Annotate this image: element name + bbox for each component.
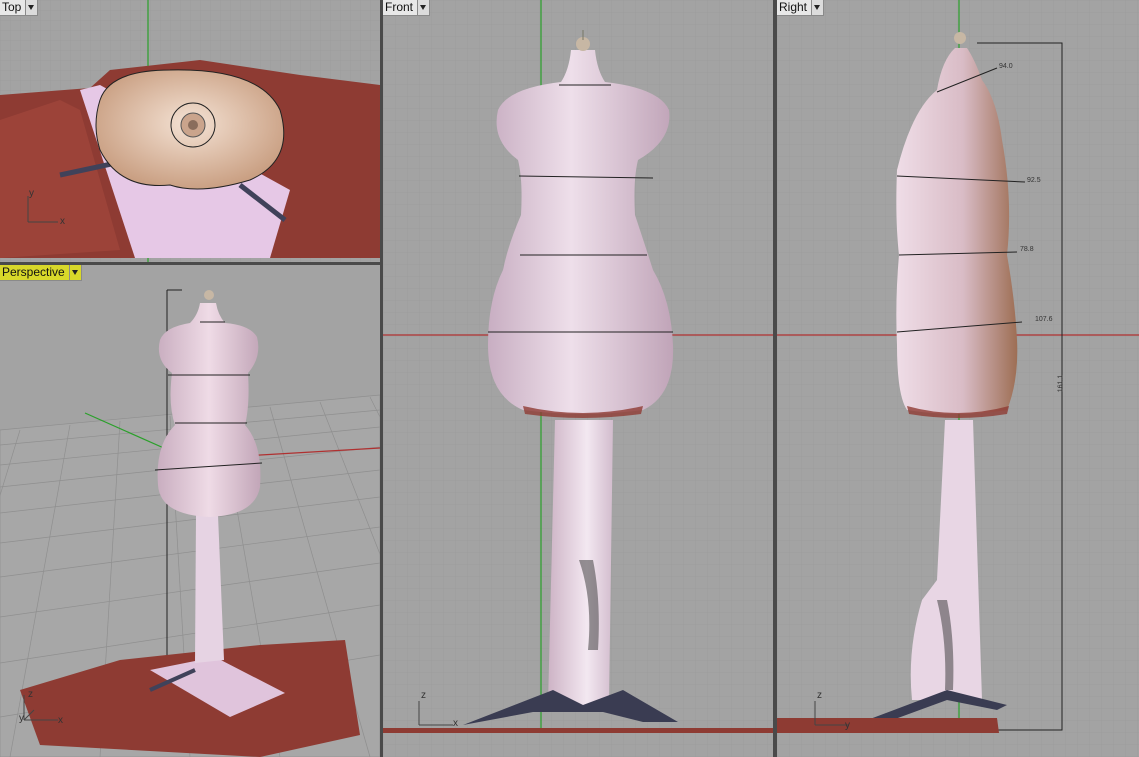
axis-label-x: x: [453, 718, 458, 729]
dimension-label-waist: 92.5: [1027, 177, 1041, 184]
axis-label-z: z: [817, 690, 822, 701]
dimension-label-height: 161.1: [1057, 374, 1065, 393]
axes-widget-perspective: [23, 695, 58, 721]
dropdown-arrow-icon[interactable]: [25, 0, 38, 15]
grid-front: [383, 0, 773, 757]
dropdown-arrow-icon[interactable]: [417, 0, 430, 15]
axis-label-y: y: [29, 188, 34, 199]
axis-label-x: x: [58, 715, 63, 726]
viewport-front[interactable]: Front z x: [383, 0, 773, 757]
viewport-title-right: Right: [779, 0, 808, 14]
viewport-top[interactable]: Top y x: [0, 0, 380, 262]
grid-right: [777, 0, 1139, 757]
dimension-label-bust: 94.0: [999, 63, 1013, 70]
viewport-label-perspective[interactable]: Perspective: [0, 265, 82, 281]
axis-label-y: y: [19, 713, 24, 724]
axis-label-z: z: [28, 689, 33, 700]
dropdown-arrow-icon[interactable]: [68, 265, 81, 280]
viewport-perspective[interactable]: Perspective z y x: [0, 265, 380, 757]
dropdown-arrow-icon[interactable]: [811, 0, 824, 15]
dimension-label-hip: 78.8: [1020, 246, 1034, 253]
mannequin-perspective: [157, 303, 261, 517]
viewport-title-top: Top: [2, 0, 22, 14]
viewport-right[interactable]: Right 94.0 92.5 78.8 107.6 161.1 z y: [777, 0, 1139, 757]
axis-label-z: z: [421, 690, 426, 701]
viewport-title-front: Front: [385, 0, 414, 14]
axis-label-x: x: [60, 216, 65, 227]
viewport-title-perspective: Perspective: [2, 265, 65, 279]
axis-label-y: y: [845, 720, 850, 731]
viewport-label-front[interactable]: Front: [383, 0, 431, 16]
viewport-label-top[interactable]: Top: [0, 0, 39, 16]
viewport-label-right[interactable]: Right: [777, 0, 825, 16]
grid-perspective: [0, 265, 380, 757]
dimension-label-low: 107.6: [1035, 316, 1053, 323]
